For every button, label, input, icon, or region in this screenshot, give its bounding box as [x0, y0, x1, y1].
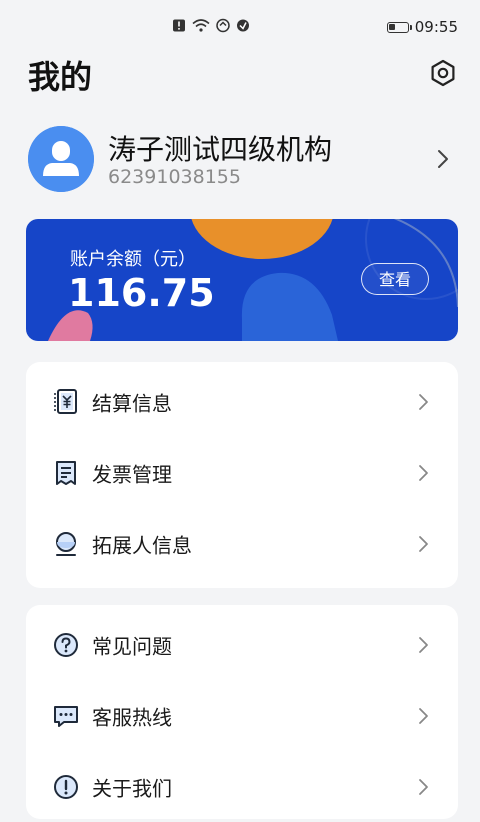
profile-name: 涛子测试四级机构 — [108, 133, 333, 166]
balance-amount: 116.75 — [68, 271, 215, 315]
menu-item-faq[interactable]: 常见问题 — [26, 609, 458, 680]
balance-label: 账户余额（元） — [70, 249, 196, 270]
menu-item-about[interactable]: 关于我们 — [26, 751, 458, 822]
chevron-right-icon — [416, 463, 430, 483]
profile-id: 62391038155 — [108, 166, 241, 188]
battery-fill — [389, 24, 395, 30]
profile-row[interactable]: 涛子测试四级机构 62391038155 — [28, 126, 452, 192]
alert-icon — [172, 18, 186, 37]
chevron-right-icon — [416, 706, 430, 726]
info-icon — [52, 773, 80, 801]
menu-card-finance: 结算信息 发票管理 拓展人信息 — [26, 362, 458, 588]
status-right: 09:55 — [386, 18, 458, 36]
chevron-right-icon — [416, 635, 430, 655]
person-circle-icon — [52, 530, 80, 558]
settings-hexagon-icon — [431, 59, 455, 87]
status-icons — [172, 18, 250, 37]
menu-item-label: 结算信息 — [92, 391, 172, 415]
avatar[interactable] — [28, 126, 94, 192]
menu-item-label: 拓展人信息 — [92, 533, 192, 557]
chevron-right-icon — [416, 534, 430, 554]
page-title: 我的 — [28, 58, 93, 96]
sync-icon — [216, 18, 230, 37]
chevron-right-icon[interactable] — [434, 146, 452, 172]
vpn-icon — [236, 18, 250, 37]
balance-card: 账户余额（元） 116.75 查看 — [26, 219, 458, 341]
menu-item-label: 客服热线 — [92, 705, 172, 729]
status-bar: 09:55 — [0, 0, 480, 36]
view-balance-button[interactable]: 查看 — [361, 263, 429, 295]
settings-button[interactable] — [428, 58, 458, 88]
wifi-icon — [192, 18, 210, 37]
chevron-right-icon — [416, 392, 430, 412]
menu-card-support: 常见问题 客服热线 关于我们 — [26, 605, 458, 819]
menu-item-settlement[interactable]: 结算信息 — [26, 366, 458, 437]
settlement-icon — [52, 388, 80, 416]
menu-item-hotline[interactable]: 客服热线 — [26, 680, 458, 751]
menu-item-promoter[interactable]: 拓展人信息 — [26, 508, 458, 579]
chat-icon — [52, 702, 80, 730]
battery-icon — [386, 21, 412, 33]
status-time: 09:55 — [414, 18, 458, 36]
menu-item-label: 发票管理 — [92, 462, 172, 486]
chevron-right-icon — [416, 777, 430, 797]
menu-item-label: 常见问题 — [92, 634, 172, 658]
menu-item-invoice[interactable]: 发票管理 — [26, 437, 458, 508]
question-icon — [52, 631, 80, 659]
menu-item-label: 关于我们 — [92, 776, 172, 800]
invoice-icon — [52, 459, 80, 487]
user-avatar-icon — [28, 126, 94, 192]
